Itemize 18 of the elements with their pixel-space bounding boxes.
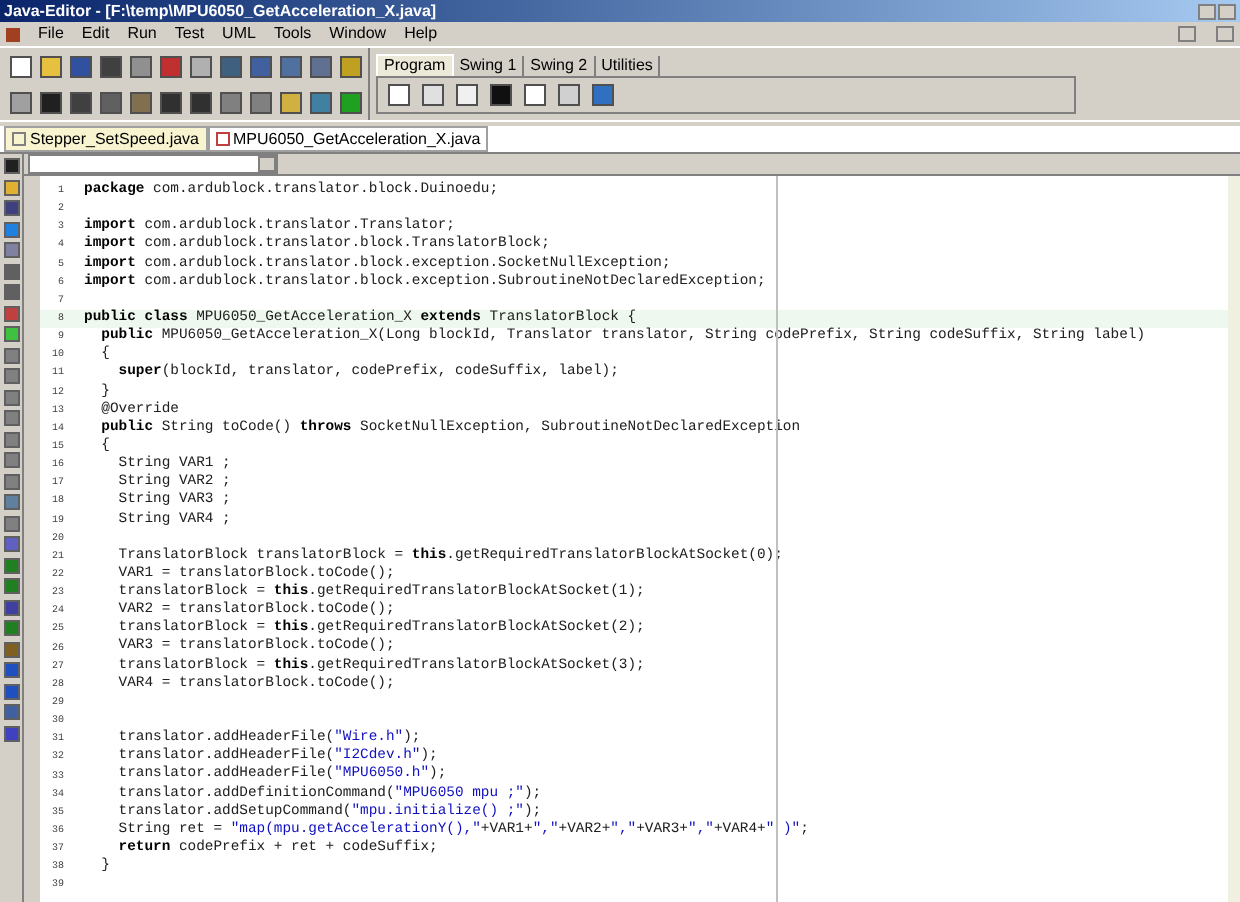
menu-item[interactable]: Edit	[81, 26, 110, 42]
palette-tab[interactable]: Swing 1	[453, 56, 525, 76]
window-title: Java-Editor - [F:\temp\MPU6050_GetAcceleration_X.java]	[4, 3, 437, 19]
palette-tab[interactable]: Program	[376, 54, 454, 76]
menu-item[interactable]: Run	[127, 26, 157, 42]
dropdown-field[interactable]	[28, 154, 278, 174]
menu-item[interactable]: Test	[174, 26, 205, 42]
file-tab[interactable]: Stepper_SetSpeed.java	[4, 126, 208, 152]
menu-item[interactable]: UML	[222, 26, 256, 42]
app-icon	[6, 27, 20, 41]
file-tab[interactable]: MPU6050_GetAcceleration_X.java	[207, 126, 489, 152]
menu-item[interactable]: Help	[404, 26, 438, 42]
code-editor[interactable]	[40, 176, 1240, 902]
menu-item[interactable]: Tools	[273, 26, 312, 42]
palette-tab[interactable]: Utilities	[595, 56, 661, 76]
menu-item[interactable]: File	[38, 26, 64, 42]
palette-tab[interactable]: Swing 2	[524, 56, 596, 76]
menu-item[interactable]: Window	[329, 26, 387, 42]
